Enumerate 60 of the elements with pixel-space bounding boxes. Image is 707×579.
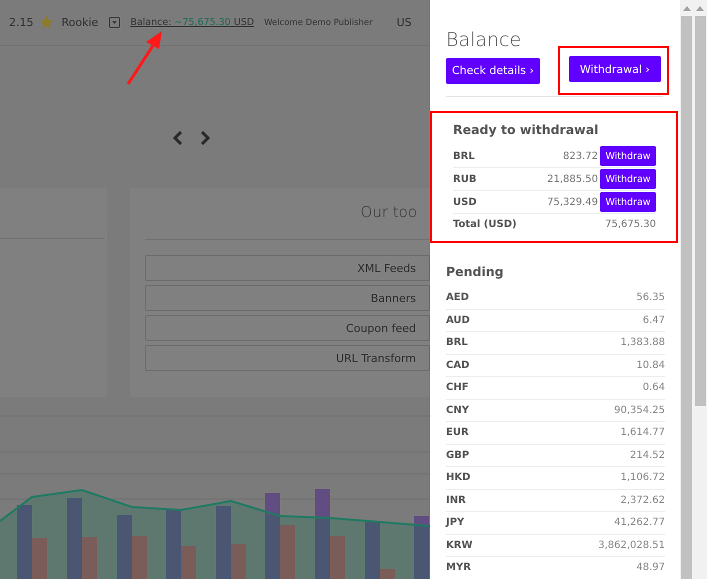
currency-code: MYR xyxy=(446,562,471,574)
amount-value: 75,329.49 xyxy=(547,196,599,208)
amount-value: 41,262.77 xyxy=(614,517,665,528)
currency-code: CNY xyxy=(446,404,469,416)
withdraw-button[interactable]: Withdraw xyxy=(600,192,656,212)
currency-code: JPY xyxy=(446,517,464,528)
amount-value: 2,372.62 xyxy=(620,494,665,506)
scrollbar[interactable] xyxy=(693,0,707,579)
currency-code: USD xyxy=(453,196,477,208)
level-label: Rookie xyxy=(62,16,98,29)
withdraw-button[interactable]: Withdraw xyxy=(600,146,656,166)
next-icon[interactable] xyxy=(200,131,210,145)
dropdown-icon[interactable] xyxy=(109,17,120,28)
amount-value: 10.84 xyxy=(636,360,665,371)
amount-value: 90,354.25 xyxy=(614,404,665,416)
card-title: Our too xyxy=(360,203,418,223)
currency-code: INR xyxy=(446,494,466,506)
amount-value: 1,383.88 xyxy=(620,337,665,348)
amount-value: 823.72 xyxy=(563,150,599,162)
tool-button[interactable]: Banners xyxy=(145,285,430,311)
currency-code: RUB xyxy=(453,174,476,184)
withdrawal-button[interactable]: Withdrawal › xyxy=(568,56,661,82)
currency-code: BRL xyxy=(453,150,475,162)
currency-code: GBP xyxy=(446,450,470,461)
withdraw-button[interactable]: Withdraw xyxy=(600,169,656,189)
amount-value: 6.47 xyxy=(642,314,665,326)
total-value: 75,675.30 xyxy=(605,218,656,230)
amount-value: 3,862,028.51 xyxy=(598,540,665,551)
panel-title: Balance xyxy=(446,29,522,51)
welcome-text: Welcome Demo Publisher xyxy=(264,18,373,28)
rating-value: 2.15 xyxy=(9,16,34,29)
currency-code: CHF xyxy=(446,382,469,394)
currency-code: HKD xyxy=(446,472,470,484)
check-details-button[interactable]: Check details › xyxy=(446,58,540,84)
tool-button[interactable]: XML Feeds xyxy=(145,255,430,281)
amount-value: 21,885.50 xyxy=(547,174,599,184)
currency-code: CAD xyxy=(446,360,470,371)
star-icon xyxy=(38,15,54,30)
amount-value: 48.97 xyxy=(636,562,665,574)
amount-value: 0.64 xyxy=(642,382,665,394)
currency-code: AED xyxy=(446,292,469,304)
balance-link[interactable]: Balance: ~75,675.30 USD xyxy=(130,17,254,28)
currency-code: AUD xyxy=(446,314,470,326)
amount-value: 1,106.72 xyxy=(620,472,665,484)
tool-button[interactable]: Coupon feed xyxy=(145,315,430,341)
amount-value: 56.35 xyxy=(636,292,665,304)
section-title: Pending xyxy=(446,264,505,279)
tool-button[interactable]: URL Transform xyxy=(145,345,430,371)
section-title: Ready to withdrawal xyxy=(453,122,600,137)
currency-code: BRL xyxy=(446,337,468,348)
previous-icon[interactable] xyxy=(173,131,183,145)
amount-value: 214.52 xyxy=(630,450,665,461)
scrollbar[interactable] xyxy=(680,0,693,579)
total-label: Total (USD) xyxy=(453,218,517,230)
currency-code: EUR xyxy=(446,427,469,438)
currency-code: KRW xyxy=(446,540,472,551)
amount-value: 1,614.77 xyxy=(620,427,665,438)
chart-bar xyxy=(414,526,429,579)
currency-label[interactable]: US xyxy=(396,16,412,29)
chart-bar xyxy=(265,515,280,579)
